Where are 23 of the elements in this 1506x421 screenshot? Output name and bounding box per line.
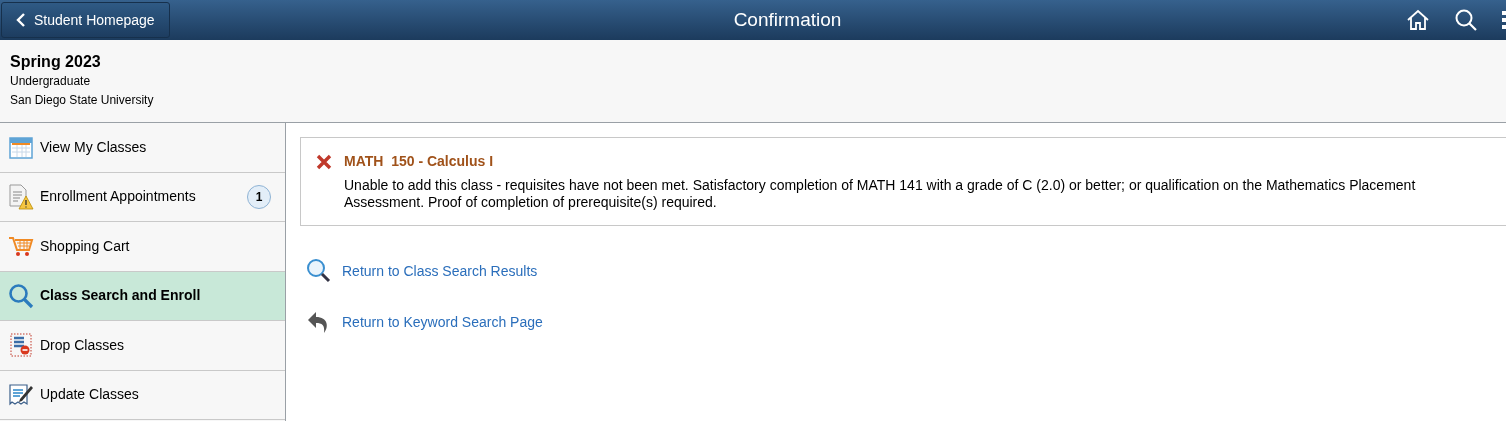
chevron-left-icon	[16, 12, 26, 28]
calendar-icon	[9, 135, 33, 160]
return-link[interactable]: Return to Class Search Results	[342, 260, 538, 282]
count-badge: 1	[247, 184, 271, 209]
term-title: Spring 2023	[10, 52, 102, 72]
search-icon	[8, 282, 34, 309]
menu-icon[interactable]	[1502, 9, 1506, 31]
document-pencil-icon	[8, 381, 34, 408]
search-icon	[306, 258, 332, 284]
cart-icon	[8, 235, 34, 258]
home-icon[interactable]	[1406, 9, 1430, 31]
institution-text: San Diego State University	[10, 92, 155, 109]
document-warning-icon	[8, 183, 34, 210]
drop-list-icon	[10, 333, 32, 358]
error-icon	[316, 154, 332, 170]
sidebar-item[interactable]: Class Search and Enroll	[0, 271, 285, 321]
return-link[interactable]: Return to Keyword Search Page	[342, 311, 543, 333]
career-text: Undergraduate	[10, 73, 92, 90]
back-button[interactable]: Student Homepage	[1, 2, 170, 38]
message-text: Unable to add this class - requisites have not been met. Satisfactory completion of MATH 141 with a grade of C (2.0) or better; or qualification on the Mathematics Placement Assessment. Proof of completion of prerequisite(s) required.	[344, 177, 1417, 211]
message-title: MATH 150 - Calculus I	[344, 152, 495, 170]
search-icon[interactable]	[1454, 8, 1478, 32]
page-title: Confirmation	[732, 7, 843, 32]
